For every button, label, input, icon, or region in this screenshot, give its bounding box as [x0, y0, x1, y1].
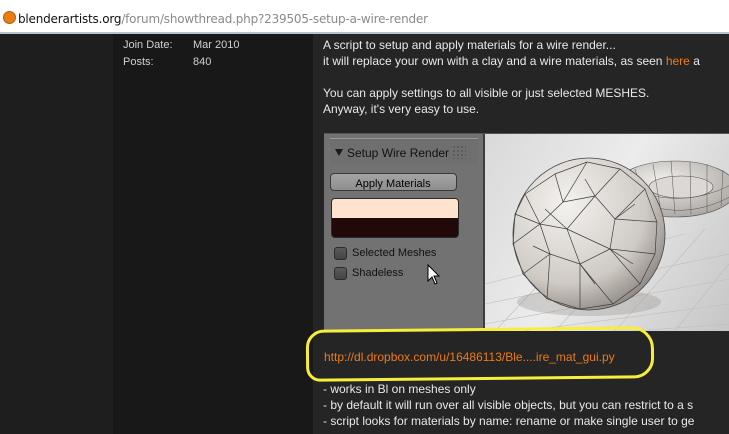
bullet-item-1: - works in Bl on meshes only [323, 382, 476, 396]
apply-materials-button[interactable]: Apply Materials [330, 173, 457, 191]
selected-meshes-checkbox[interactable] [334, 247, 347, 260]
swatch-top[interactable] [332, 199, 458, 218]
panel-header[interactable]: Setup Wire Render [330, 138, 478, 165]
post-line-2-tail: a [689, 54, 700, 68]
posts-value: 840 [193, 56, 212, 68]
bullet-item-2: - by default it will run over all visibl… [323, 398, 694, 412]
post-line-4: Anyway, it's very easy to use. [323, 102, 480, 116]
drag-handle-icon[interactable] [452, 145, 466, 159]
embedded-screenshot[interactable]: Setup Wire Render Apply Materials Select… [324, 133, 729, 331]
color-swatch[interactable] [331, 198, 459, 238]
mouse-cursor-icon [427, 264, 441, 285]
panel-title: Setup Wire Render [347, 146, 450, 160]
post-line-2-text: it will replace your own with a clay and… [323, 54, 666, 68]
post-line-1: A script to setup and apply materials fo… [323, 38, 616, 52]
render-viewport [485, 134, 729, 331]
here-link[interactable]: here [666, 54, 690, 68]
shadeless-checkbox[interactable] [334, 267, 347, 280]
user-info-panel: Join Date: Mar 2010 Posts: 840 [113, 34, 313, 434]
swatch-bottom[interactable] [332, 218, 458, 237]
post-line-3: You can apply settings to all visible or… [323, 86, 650, 100]
site-favicon-icon [3, 11, 16, 24]
posts-label: Posts: [123, 56, 154, 68]
join-date-label: Join Date: [123, 39, 173, 51]
url-domain: blenderartists.org [18, 12, 122, 26]
url-text[interactable]: blenderartists.org/forum/showthread.php?… [18, 12, 428, 26]
download-link[interactable]: http://dl.dropbox.com/u/16486113/Ble....… [324, 350, 615, 364]
join-date-value: Mar 2010 [193, 39, 240, 51]
url-path: /forum/showthread.php?239505-setup-a-wir… [121, 12, 428, 26]
left-gutter [0, 34, 113, 434]
selected-meshes-label: Selected Meshes [352, 247, 437, 259]
shadeless-label: Shadeless [352, 267, 404, 279]
bullet-item-3: - script looks for materials by name: re… [323, 414, 695, 428]
wireframe-render-image [485, 157, 729, 331]
blender-tool-panel: Setup Wire Render Apply Materials Select… [324, 134, 483, 331]
post-line-2: it will replace your own with a clay and… [323, 54, 700, 68]
address-bar[interactable]: blenderartists.org/forum/showthread.php?… [0, 0, 729, 34]
collapse-triangle-icon[interactable] [335, 149, 343, 156]
